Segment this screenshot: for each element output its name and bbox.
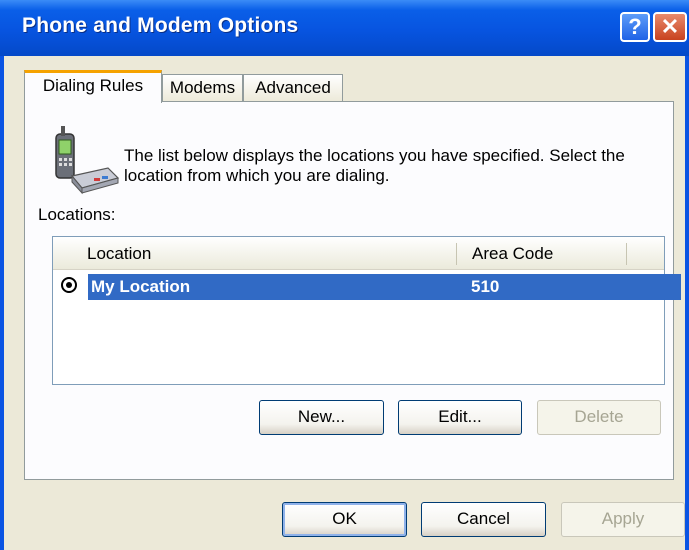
locations-list[interactable]: Location Area Code My Location 510 <box>52 236 681 385</box>
tab-modems[interactable]: Modems <box>162 74 243 102</box>
delete-button[interactable]: Delete <box>537 400 661 435</box>
apply-button-label: Apply <box>601 509 645 528</box>
tab-advanced-label: Advanced <box>255 78 331 97</box>
close-icon: ✕ <box>660 14 680 39</box>
edit-button-label: Edit... <box>438 407 482 426</box>
list-header: Location Area Code <box>53 237 664 270</box>
dialog-window: Phone and Modem Options ? ✕ Dialing Rule… <box>0 0 689 550</box>
ok-button-label: OK <box>332 509 357 528</box>
title-bar[interactable]: Phone and Modem Options ? ✕ <box>0 0 689 56</box>
tab-dialing-rules[interactable]: Dialing Rules <box>24 70 162 103</box>
delete-button-label: Delete <box>574 407 624 426</box>
tab-advanced[interactable]: Advanced <box>243 74 343 102</box>
cancel-button-label: Cancel <box>457 509 510 528</box>
selected-location-radio-icon[interactable] <box>61 277 77 293</box>
tab-dialing-rules-label: Dialing Rules <box>42 76 144 95</box>
cancel-button[interactable]: Cancel <box>421 502 546 537</box>
column-divider[interactable] <box>456 243 457 265</box>
column-divider[interactable] <box>626 243 627 265</box>
new-button-label: New... <box>297 407 346 426</box>
window-title: Phone and Modem Options <box>22 14 299 37</box>
locations-label: Locations: <box>38 205 116 224</box>
help-button[interactable]: ? <box>620 12 650 42</box>
edit-button[interactable]: Edit... <box>398 400 522 435</box>
location-row-selected[interactable]: My Location 510 <box>88 274 681 300</box>
description-text: The list below displays the locations yo… <box>124 146 625 185</box>
close-button[interactable]: ✕ <box>653 12 687 42</box>
tab-modems-label: Modems <box>169 78 236 97</box>
apply-button[interactable]: Apply <box>561 502 685 537</box>
ok-button[interactable]: OK <box>282 502 407 537</box>
new-button[interactable]: New... <box>259 400 384 435</box>
help-icon: ? <box>628 14 642 39</box>
row-location-name: My Location <box>91 277 191 296</box>
column-header-area-code[interactable]: Area Code <box>472 237 553 269</box>
phone-modem-icon <box>52 126 122 196</box>
row-area-code: 510 <box>471 277 500 296</box>
column-header-location[interactable]: Location <box>87 237 151 269</box>
